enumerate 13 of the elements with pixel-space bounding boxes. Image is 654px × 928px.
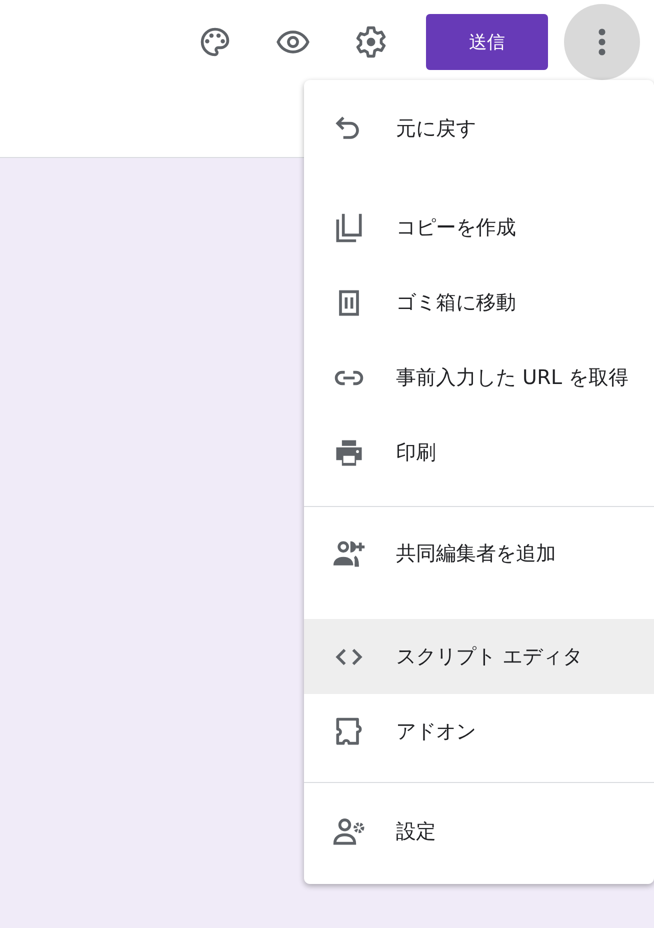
menu-item[interactable]: 設定 [304,794,654,869]
menu-item[interactable]: アドオン [304,694,654,769]
menu-item[interactable]: スクリプト エディタ [304,619,654,694]
menu-item[interactable]: ゴミ箱に移動 [304,265,654,340]
menu-item[interactable]: 印刷 [304,415,654,490]
menu-item[interactable]: コピーを作成 [304,190,654,265]
menu-item[interactable]: 元に戻す [304,91,654,166]
send-button[interactable]: 送信 [426,14,548,70]
more-vertical-icon [598,28,606,56]
menu-item[interactable]: 共同編集者を追加 [304,516,654,591]
menu-item[interactable]: 事前入力した URL を取得 [304,340,654,415]
palette-icon [198,25,232,59]
settings-icon [354,25,388,59]
